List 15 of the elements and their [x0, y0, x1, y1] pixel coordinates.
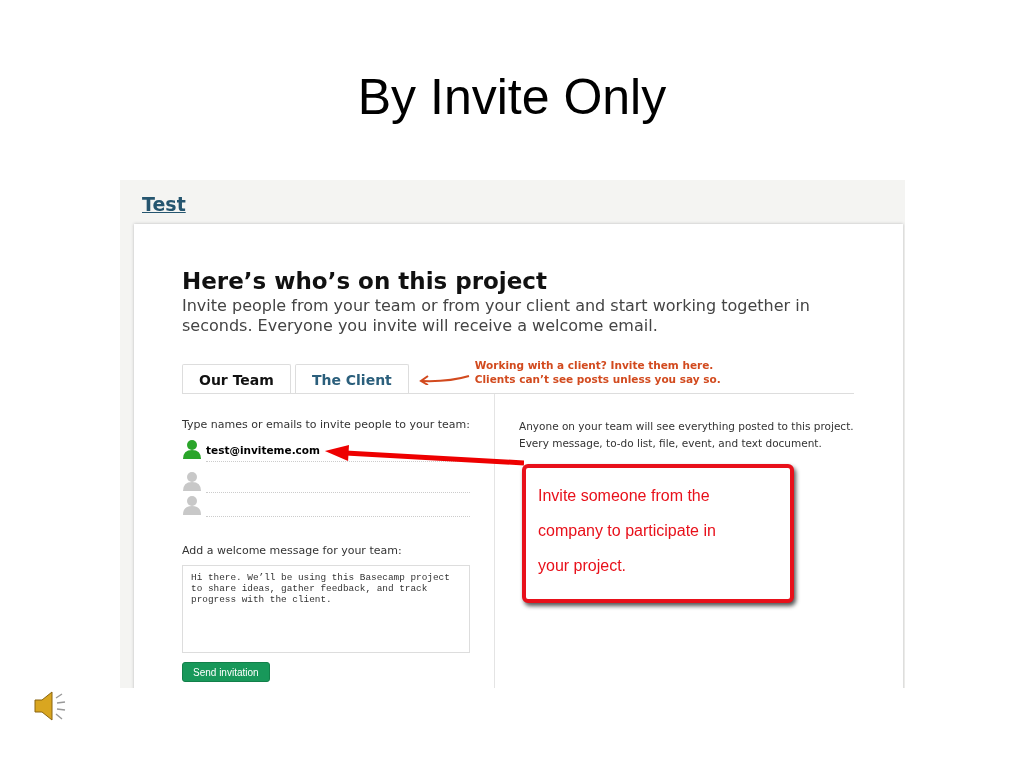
project-link[interactable]: Test: [142, 192, 186, 216]
info-text: Anyone on your team will see everything posted to this project. Every message, to-do list, file, event, and text document.: [519, 419, 854, 451]
annotation-note: Working with a client? Invite them here. Clients can’t see posts unless you say so.: [474, 358, 721, 386]
page-heading: Here’s who’s on this project: [182, 267, 548, 296]
send-invitation-button[interactable]: Send invitation: [182, 662, 270, 682]
arrow-icon: [418, 373, 471, 385]
intro-text: Invite people from your team or from your client and start working together in seconds. Everyone you invite will receive a welcome email.: [182, 296, 811, 336]
tab[interactable]: Our Team: [182, 364, 291, 393]
message-label: Add a welcome message for your team:: [182, 543, 402, 559]
slide-title: By Invite Only: [356, 68, 668, 127]
invite-label: Type names or emails to invite people to your team:: [182, 417, 470, 433]
message-field[interactable]: Hi there. We’ll be using this Basecamp project to share ideas, gather feedback, and track progress with the client.: [182, 565, 470, 653]
speaker-icon: [32, 688, 68, 724]
callout-box: Invite someone from the company to participate in your project.: [522, 464, 794, 603]
tab[interactable]: The Client: [294, 364, 409, 393]
